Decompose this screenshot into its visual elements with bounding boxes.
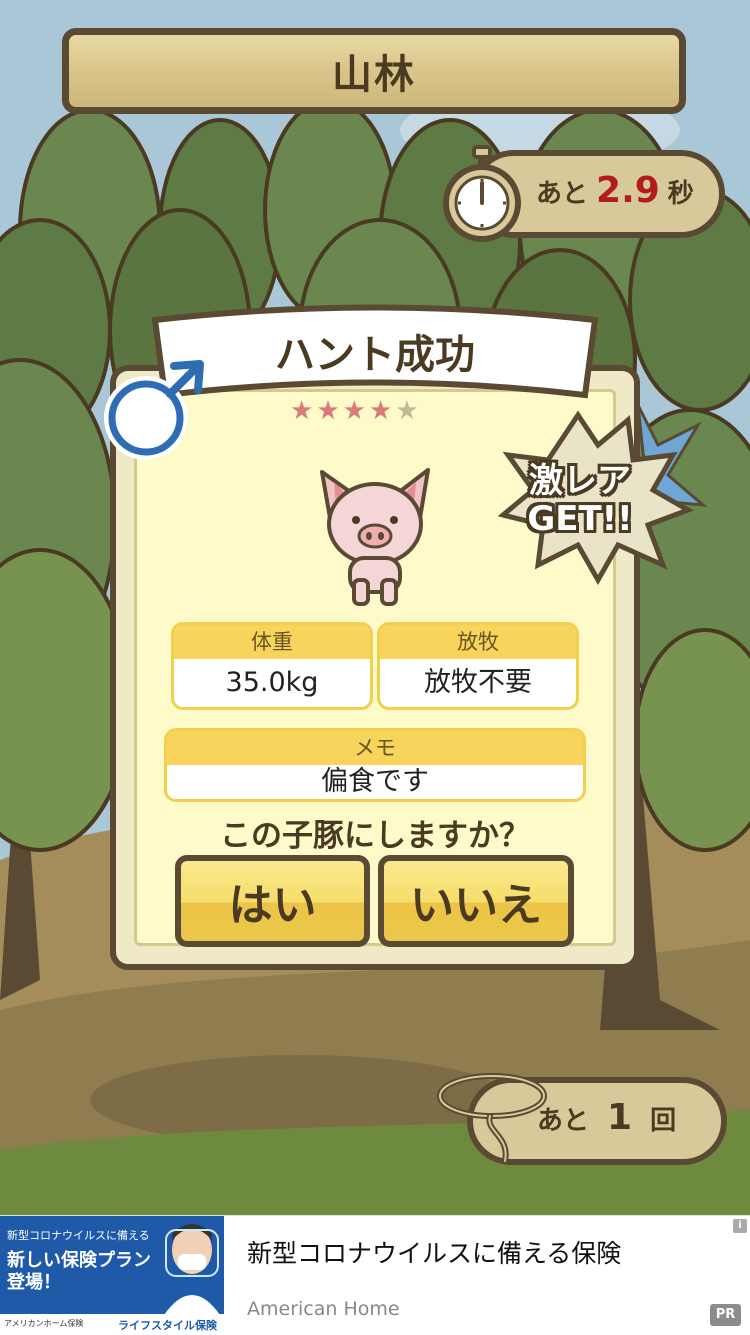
- rare-get-text: 激レア GET!!: [500, 462, 660, 538]
- ad-thumbnail[interactable]: 新型コロナウイルスに備える 新しい保険プラン 登場！ アメリカンホーム保険 ライ…: [0, 1216, 224, 1335]
- star-icon: ★: [342, 396, 369, 426]
- weight-field: 体重 35.0kg: [171, 622, 373, 710]
- ad-thumb-headline: 新しい保険プラン 登場！: [7, 1250, 151, 1294]
- ad-advertiser: American Home: [247, 1298, 400, 1320]
- hunt-success-title: ハント成功: [275, 332, 475, 378]
- weight-label: 体重: [174, 625, 370, 659]
- ad-thumb-line2: 新しい保険プラン: [7, 1250, 151, 1271]
- timer-unit: 秒: [667, 179, 694, 209]
- ad-thumb-footer-right: ライフスタイル保険: [118, 1319, 217, 1332]
- confirm-question: この子豚にしますか？: [220, 818, 530, 854]
- no-button[interactable]: いいえ: [378, 855, 574, 947]
- timer-text: あと 2.9 秒: [536, 170, 694, 211]
- memo-value: 偏食です: [321, 766, 429, 797]
- ad-person-image: [164, 1224, 220, 1315]
- lasso-rope-icon: [437, 1073, 547, 1164]
- stopwatch-icon: [443, 145, 521, 242]
- yes-button-label: はい: [228, 880, 317, 931]
- star-empty-icon: ★: [395, 396, 422, 426]
- location-title: 山林: [332, 52, 416, 98]
- ad-thumb-footer: アメリカンホーム保険 ライフスタイル保険: [0, 1314, 224, 1335]
- weight-value: 35.0kg: [225, 667, 319, 698]
- memo-field: メモ 偏食です: [164, 728, 586, 802]
- ad-title[interactable]: 新型コロナウイルスに備える保険: [247, 1234, 621, 1270]
- star-icon: ★: [290, 396, 317, 426]
- no-button-label: いいえ: [410, 880, 542, 931]
- remaining-text: あと 1 回: [537, 1097, 676, 1138]
- ad-thumb-line1: 新型コロナウイルスに備える: [7, 1229, 150, 1242]
- ad-thumb-footer-left: アメリカンホーム保険: [4, 1319, 84, 1328]
- grazing-field: 放牧 放牧不要: [377, 622, 579, 710]
- ad-info-icon[interactable]: i: [733, 1219, 747, 1233]
- attempts-unit: 回: [650, 1106, 677, 1136]
- memo-label: メモ: [167, 731, 583, 765]
- gender-label: オス: [119, 397, 176, 430]
- star-icon: ★: [368, 396, 396, 426]
- grazing-label: 放牧: [380, 625, 576, 659]
- star-icon: ★: [316, 396, 343, 426]
- piglet-icon: [320, 468, 430, 606]
- yes-button[interactable]: はい: [175, 855, 370, 947]
- rare-text-line1: 激レア: [529, 461, 631, 501]
- grazing-value: 放牧不要: [424, 667, 532, 698]
- ad-thumb-line3: 登場！: [7, 1272, 61, 1293]
- attempts-value: 1: [607, 1097, 633, 1138]
- timer-value: 2.9: [596, 170, 660, 211]
- rare-text-line2: GET!!: [527, 499, 633, 539]
- rarity-stars: ★★★★★: [290, 396, 422, 426]
- ad-banner[interactable]: 新型コロナウイルスに備える 新しい保険プラン 登場！ アメリカンホーム保険 ライ…: [0, 1215, 750, 1335]
- location-sign: 山林: [62, 28, 686, 114]
- timer-prefix: あと: [536, 179, 589, 209]
- ad-pr-badge: PR: [710, 1304, 741, 1326]
